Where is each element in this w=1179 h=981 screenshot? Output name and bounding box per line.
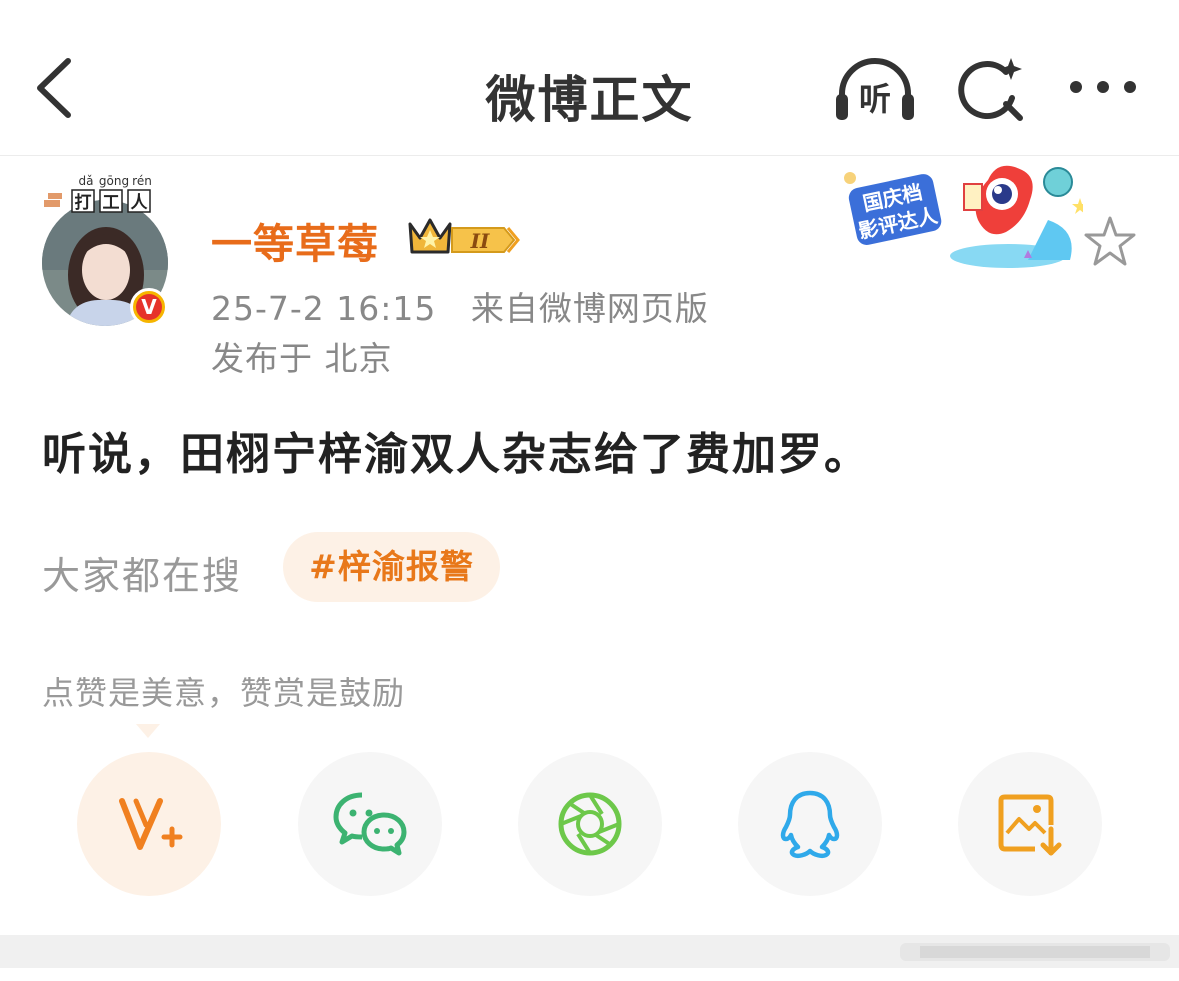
share-wechat-button[interactable] — [298, 752, 442, 896]
frame-char-2: 工 — [103, 193, 120, 213]
pinyin-1: dǎ — [79, 174, 94, 188]
search-icon[interactable] — [956, 54, 1026, 124]
share-qq-button[interactable] — [738, 752, 882, 896]
wechat-icon — [333, 792, 407, 856]
frame-char-3: 人 — [131, 193, 149, 213]
save-image-button[interactable] — [958, 752, 1102, 896]
post-timestamp: 25-7-2 16:15 — [211, 289, 437, 328]
frame-char-1: 打 — [75, 192, 92, 213]
trending-hashtag[interactable]: #梓渝报警 — [283, 532, 500, 602]
more-icon[interactable] — [1066, 72, 1140, 102]
post-location: 发布于 北京 — [211, 339, 393, 378]
tooltip-pointer — [136, 724, 160, 738]
favorite-star-icon[interactable] — [1082, 214, 1138, 270]
username[interactable]: 一等草莓 — [211, 210, 379, 270]
share-moments-button[interactable] — [518, 752, 662, 896]
post-meta: 25-7-2 16:15 来自微博网页版 — [211, 282, 709, 330]
moments-icon — [558, 792, 622, 856]
vplus-button[interactable] — [77, 752, 221, 896]
verified-badge-label: V — [136, 294, 162, 320]
crown-level-icon[interactable]: II — [404, 210, 524, 260]
post-body: 听说，田栩宁梓渝双人杂志给了费加罗。 — [42, 429, 870, 480]
verified-badge: V — [130, 288, 168, 326]
event-badge[interactable]: 国庆档 影评达人 — [838, 160, 1083, 275]
pinyin-3: rén — [132, 174, 152, 188]
avatar-block[interactable]: dǎ gōng rén 打 工 人 V — [40, 170, 175, 330]
reward-text: 点赞是美意，赞赏是鼓励 — [42, 674, 406, 712]
listen-label: 听 — [859, 80, 891, 118]
avatar-frame-tag: dǎ gōng rén 打 工 人 — [44, 174, 152, 213]
listen-icon[interactable]: 听 — [832, 56, 918, 122]
vplus-icon — [119, 798, 183, 850]
trending-label: 大家都在搜 — [42, 554, 243, 598]
top-bar: 微博正文 听 — [0, 0, 1179, 156]
save-image-icon — [998, 794, 1062, 856]
pinyin-2: gōng — [99, 174, 129, 188]
watermark-strip — [900, 943, 1170, 961]
user-level: II — [470, 229, 490, 253]
post-source[interactable]: 来自微博网页版 — [471, 289, 709, 328]
qq-icon — [780, 790, 840, 859]
